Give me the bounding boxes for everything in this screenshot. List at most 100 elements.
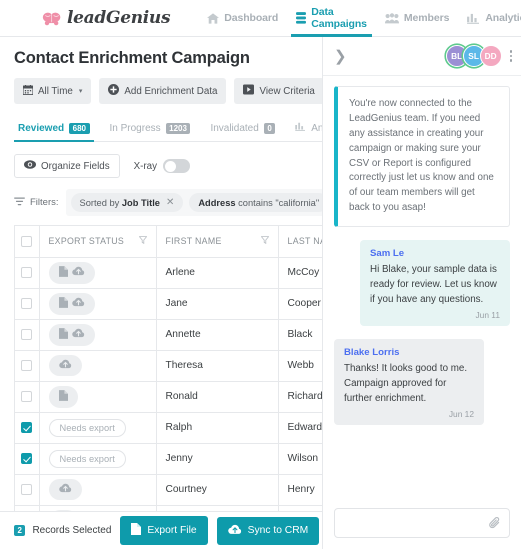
app-window: leadGenius Dashboard Data Campaigns Memb…	[0, 0, 521, 549]
nav-item-data-campaigns[interactable]: Data Campaigns	[287, 0, 376, 37]
file-icon	[58, 265, 68, 280]
tab-count-badge: 680	[69, 123, 90, 134]
campaign-tabs: Reviewed 680 In Progress 1203 Invalidate…	[14, 116, 322, 142]
tab-analytics[interactable]: Analytics	[285, 122, 322, 141]
people-icon	[384, 12, 399, 24]
chat-participant-avatars: BL SL DD	[445, 45, 502, 67]
close-icon[interactable]: ✕	[166, 197, 174, 208]
all-time-filter-button[interactable]: All Time ▾	[14, 78, 92, 104]
chat-message-input[interactable]	[343, 517, 489, 529]
status-icons[interactable]	[48, 261, 95, 284]
eye-icon	[24, 160, 36, 172]
column-label: LAST NAME	[287, 236, 323, 247]
column-header-first-name[interactable]: FIRST NAME	[156, 226, 279, 258]
select-all-checkbox[interactable]	[21, 235, 33, 247]
column-label: FIRST NAME	[165, 236, 222, 247]
cell-export-status	[39, 474, 157, 506]
message-text: Hi Blake, your sample data is ready for …	[370, 264, 497, 305]
brand-name: leadGenius	[67, 8, 171, 28]
nav-item-dashboard[interactable]: Dashboard	[198, 0, 287, 37]
cell-export-status: Needs export	[39, 412, 157, 444]
row-checkbox[interactable]	[21, 266, 33, 278]
status-icons[interactable]	[48, 385, 78, 408]
message-sender-name: Blake Lorris	[344, 347, 400, 359]
cell-last-name: Henry	[278, 474, 322, 506]
status-icons[interactable]	[48, 292, 95, 315]
message-timestamp: Jun 12	[448, 409, 474, 420]
column-header-last-name[interactable]: LAST NAME	[278, 226, 323, 258]
filter-chip-sorted-by[interactable]: Sorted by Job Title ✕	[70, 193, 184, 212]
select-all-header	[15, 226, 40, 258]
selected-records-label: Records Selected	[32, 525, 112, 536]
export-file-button[interactable]: Export File	[120, 516, 208, 545]
chevron-down-icon: ▾	[78, 88, 83, 95]
file-icon	[58, 327, 68, 342]
tab-count-badge: 0	[263, 123, 276, 134]
view-criteria-button[interactable]: View Criteria	[234, 78, 322, 104]
bar-chart-icon	[467, 13, 480, 24]
table-row[interactable]: Courtney Henry	[15, 474, 322, 506]
row-checkbox[interactable]	[21, 359, 33, 371]
row-checkbox[interactable]	[21, 421, 33, 433]
row-select-cell	[15, 381, 40, 413]
brand-logo[interactable]: leadGenius	[42, 8, 171, 28]
file-icon	[131, 523, 142, 538]
sync-to-crm-button[interactable]: Sync to CRM	[216, 516, 320, 545]
tab-reviewed[interactable]: Reviewed 680	[14, 123, 100, 142]
cell-first-name: Arlene	[156, 257, 279, 289]
add-enrichment-data-button[interactable]: Add Enrichment Data	[99, 78, 227, 104]
cell-first-name: Courtney	[156, 474, 279, 506]
more-vertical-icon[interactable]	[509, 50, 512, 62]
filter-icon[interactable]	[260, 236, 269, 246]
tab-count-badge: 1203	[165, 123, 191, 134]
chevron-right-icon[interactable]: ❯	[334, 49, 347, 64]
play-box-icon	[243, 84, 255, 98]
paperclip-icon[interactable]	[489, 516, 501, 530]
cell-export-status	[39, 350, 157, 382]
cloud-upload-icon	[227, 524, 242, 538]
tab-in-progress[interactable]: In Progress 1203	[100, 123, 201, 141]
row-checkbox[interactable]	[21, 297, 33, 309]
tab-label: Reviewed	[18, 123, 65, 134]
cell-last-name: Black	[278, 319, 322, 351]
table-row[interactable]: Needs export Jenny Wilson	[15, 443, 322, 475]
tab-invalidated[interactable]: Invalidated 0	[200, 123, 285, 141]
row-checkbox[interactable]	[21, 390, 33, 402]
table-row[interactable]: Needs export RalphEdwards	[15, 412, 322, 444]
organize-fields-button[interactable]: Organize Fields	[14, 154, 120, 178]
row-select-cell	[15, 443, 40, 475]
table-row[interactable]: Theresa Webb	[15, 350, 322, 382]
tab-label: In Progress	[109, 123, 161, 134]
avatar-dd[interactable]: DD	[479, 45, 502, 67]
nav-item-analytics[interactable]: Analytics	[458, 0, 521, 37]
row-select-cell	[15, 319, 40, 351]
filter-chip-address[interactable]: Address contains "california"	[189, 193, 322, 212]
filter-icon[interactable]	[138, 236, 147, 246]
status-icons[interactable]	[48, 479, 82, 500]
cell-first-name: Jane	[156, 288, 279, 320]
chat-message-sam-le: Sam Le Hi Blake, your sample data is rea…	[360, 240, 510, 327]
status-needs-export[interactable]: Needs export	[48, 418, 126, 437]
plus-circle-icon	[108, 84, 120, 98]
bulk-action-bar: 2 Records Selected Export File Sync to C…	[0, 511, 322, 549]
status-needs-export[interactable]: Needs export	[48, 449, 126, 468]
chip-field: Address	[198, 197, 236, 208]
status-icons[interactable]	[48, 355, 82, 376]
row-checkbox[interactable]	[21, 328, 33, 340]
top-navigation-bar: leadGenius Dashboard Data Campaigns Memb…	[0, 0, 521, 37]
xray-toggle[interactable]	[163, 159, 191, 173]
table-row[interactable]: RonaldRichards	[15, 381, 322, 413]
chat-input-wrapper[interactable]	[334, 508, 510, 538]
table-row[interactable]: Arlene McCoy	[15, 257, 322, 289]
row-checkbox[interactable]	[21, 452, 33, 464]
cloud-upload-icon	[71, 328, 85, 341]
records-table-wrapper[interactable]: EXPORT STATUS FIRST NAME LAST N Arlene M…	[14, 225, 322, 511]
cell-last-name: Richards	[278, 381, 322, 413]
status-icons[interactable]	[48, 323, 95, 346]
table-row[interactable]: Annette Black	[15, 319, 322, 351]
table-row[interactable]: Jane Cooper	[15, 288, 322, 320]
row-checkbox[interactable]	[21, 483, 33, 495]
column-header-export-status[interactable]: EXPORT STATUS	[39, 226, 157, 258]
home-icon	[207, 12, 220, 24]
nav-item-members[interactable]: Members	[376, 0, 458, 37]
